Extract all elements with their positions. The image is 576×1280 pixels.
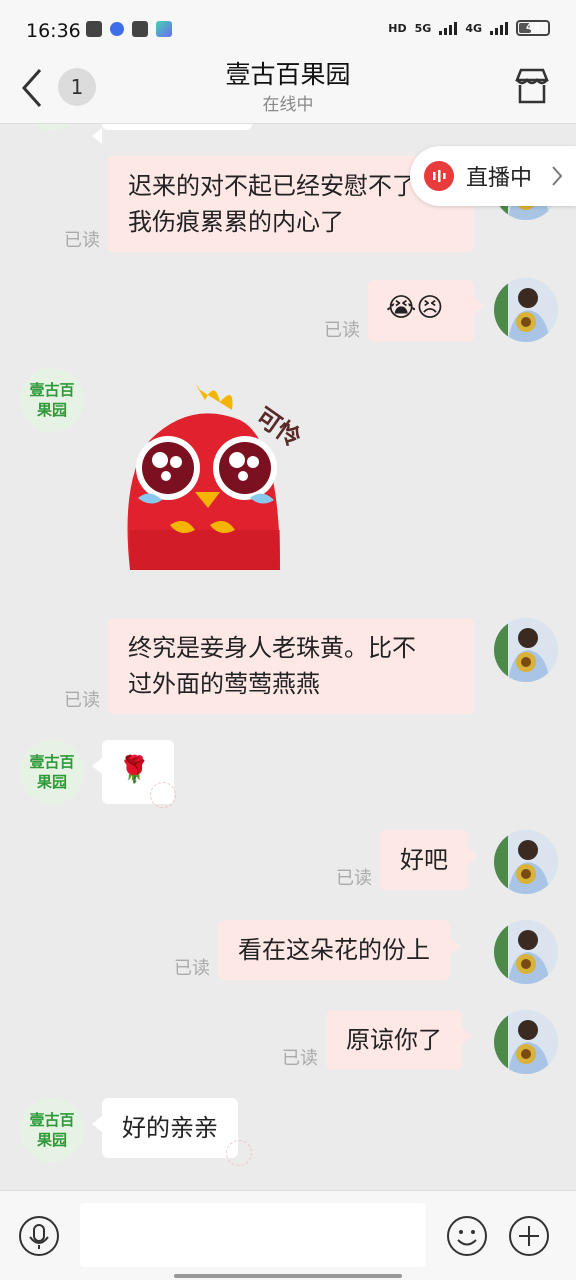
user-photo xyxy=(494,920,558,984)
emoji-button[interactable] xyxy=(446,1215,488,1257)
sticker-message[interactable]: 可怜 xyxy=(110,380,320,590)
user-photo xyxy=(494,278,558,342)
user-photo xyxy=(494,830,558,894)
online-status: 在线中 xyxy=(262,95,314,115)
status-time: 16:36 xyxy=(26,20,81,42)
status-right: HD 5G 4G 48 xyxy=(388,20,550,36)
status-notification-icons xyxy=(86,21,172,37)
input-bar xyxy=(0,1190,576,1280)
message-input[interactable] xyxy=(80,1203,426,1267)
user-photo xyxy=(494,1010,558,1074)
user-avatar[interactable] xyxy=(494,1010,558,1074)
network-4g: 4G xyxy=(465,21,482,35)
hd-indicator: HD xyxy=(388,21,407,35)
plus-icon xyxy=(509,1216,549,1256)
message-bubble[interactable]: 原谅你了 xyxy=(326,1010,472,1070)
watermark-stamp xyxy=(150,782,176,808)
shop-avatar[interactable]: 壹古百 果园 xyxy=(20,740,84,804)
read-receipt: 已读 xyxy=(324,320,360,341)
emoji-message[interactable]: 😭😣 xyxy=(368,280,484,342)
live-icon xyxy=(424,161,454,191)
user-photo xyxy=(494,618,558,682)
chat-title: 壹古百果园 xyxy=(225,60,351,89)
store-button[interactable] xyxy=(512,66,552,106)
read-receipt: 已读 xyxy=(336,868,372,889)
chevron-right-icon xyxy=(552,166,563,186)
smiley-icon xyxy=(447,1216,487,1256)
message-bubble[interactable]: 终究是妾身人老珠黄。比不 过外面的莺莺燕燕 xyxy=(108,618,474,714)
message-bubble[interactable]: 好吧 xyxy=(380,830,478,890)
more-button[interactable] xyxy=(508,1215,550,1257)
read-receipt: 已读 xyxy=(282,1048,318,1069)
read-receipt: 已读 xyxy=(64,690,100,711)
live-stream-button[interactable]: 直播中 xyxy=(410,146,576,206)
message-icon xyxy=(86,21,102,37)
home-indicator xyxy=(174,1274,402,1278)
shop-avatar[interactable]: 壹古百 果园 xyxy=(20,368,84,432)
signal-icon-2 xyxy=(490,21,508,35)
read-receipt: 已读 xyxy=(174,958,210,979)
user-avatar[interactable] xyxy=(494,618,558,682)
top-bar: 16:36 HD 5G 4G 48 1 壹古百果园 在线中 xyxy=(0,0,576,124)
live-label: 直播中 xyxy=(466,166,533,191)
store-icon xyxy=(515,68,549,104)
user-avatar[interactable] xyxy=(494,830,558,894)
message-bubble[interactable]: 看在这朵花的份上 xyxy=(218,920,460,980)
signal-icon xyxy=(439,21,458,35)
shop-avatar[interactable]: 壹古百 果园 xyxy=(20,1098,84,1162)
user-avatar[interactable] xyxy=(494,920,558,984)
user-avatar[interactable] xyxy=(494,278,558,342)
battery-icon: 48 xyxy=(516,20,550,36)
baidu-icon xyxy=(110,22,124,36)
app-icon xyxy=(132,21,148,37)
network-5g: 5G xyxy=(414,21,432,35)
watermark-stamp xyxy=(226,1140,252,1166)
microphone-icon xyxy=(19,1216,59,1256)
read-receipt: 已读 xyxy=(64,230,100,251)
iqiyi-icon xyxy=(156,21,172,37)
voice-button[interactable] xyxy=(18,1215,60,1257)
message-bubble[interactable]: 好的亲亲 xyxy=(92,1098,238,1158)
